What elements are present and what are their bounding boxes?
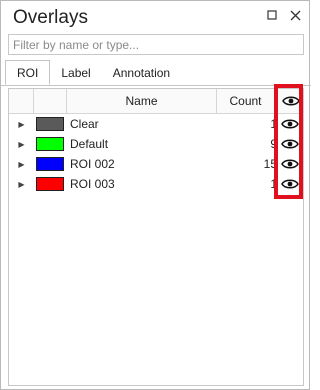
expand-arrow-icon[interactable]: ▶	[9, 140, 34, 149]
header-expand-column	[9, 89, 34, 113]
eye-icon	[281, 159, 299, 169]
header-name[interactable]: Name	[67, 89, 217, 113]
row-name: ROI 003	[70, 177, 115, 191]
maximize-button[interactable]	[263, 6, 281, 24]
row-name: Default	[70, 137, 109, 151]
table-row[interactable]: ▶ Clear 1	[9, 114, 303, 134]
close-button[interactable]	[286, 6, 304, 24]
overlay-table: Name Count ▶ Clear 1 ▶ Default 9 ▶ ROI 0…	[8, 88, 304, 386]
expand-arrow-icon[interactable]: ▶	[9, 160, 34, 169]
visibility-toggle[interactable]	[281, 137, 299, 151]
color-swatch[interactable]	[36, 137, 64, 151]
overlays-panel: Overlays ROI Label Annotation Name Count…	[0, 0, 311, 390]
row-count: 1	[270, 117, 277, 131]
expand-arrow-icon[interactable]: ▶	[9, 120, 34, 129]
table-row[interactable]: ▶ ROI 002 15	[9, 154, 303, 174]
visibility-toggle[interactable]	[281, 157, 299, 171]
visibility-toggle[interactable]	[281, 117, 299, 131]
header-count[interactable]: Count	[217, 89, 275, 113]
row-count: 1	[270, 177, 277, 191]
eye-icon	[282, 96, 300, 106]
eye-icon	[281, 139, 299, 149]
close-icon	[290, 10, 300, 20]
table-row[interactable]: ▶ ROI 003 1	[9, 174, 303, 194]
visibility-toggle[interactable]	[281, 177, 299, 191]
header-color-column	[34, 89, 67, 113]
table-body: ▶ Clear 1 ▶ Default 9 ▶ ROI 002 15 ▶ ROI…	[9, 114, 303, 194]
color-swatch[interactable]	[36, 177, 64, 191]
tab-roi[interactable]: ROI	[5, 60, 51, 85]
row-name: Clear	[70, 117, 99, 131]
tab-divider	[1, 85, 311, 86]
row-count: 15	[263, 157, 277, 171]
color-swatch[interactable]	[36, 117, 64, 131]
table-row[interactable]: ▶ Default 9	[9, 134, 303, 154]
tab-label[interactable]: Label	[50, 61, 101, 85]
row-count: 9	[270, 137, 277, 151]
eye-icon	[281, 119, 299, 129]
maximize-icon	[266, 9, 277, 20]
row-name: ROI 002	[70, 157, 115, 171]
table-header: Name Count	[9, 89, 303, 114]
panel-title: Overlays	[13, 7, 88, 28]
tab-bar: ROI Label Annotation	[5, 60, 181, 85]
tab-annotation[interactable]: Annotation	[102, 61, 181, 85]
color-swatch[interactable]	[36, 157, 64, 171]
eye-icon	[281, 179, 299, 189]
expand-arrow-icon[interactable]: ▶	[9, 180, 34, 189]
filter-input[interactable]	[8, 34, 304, 55]
